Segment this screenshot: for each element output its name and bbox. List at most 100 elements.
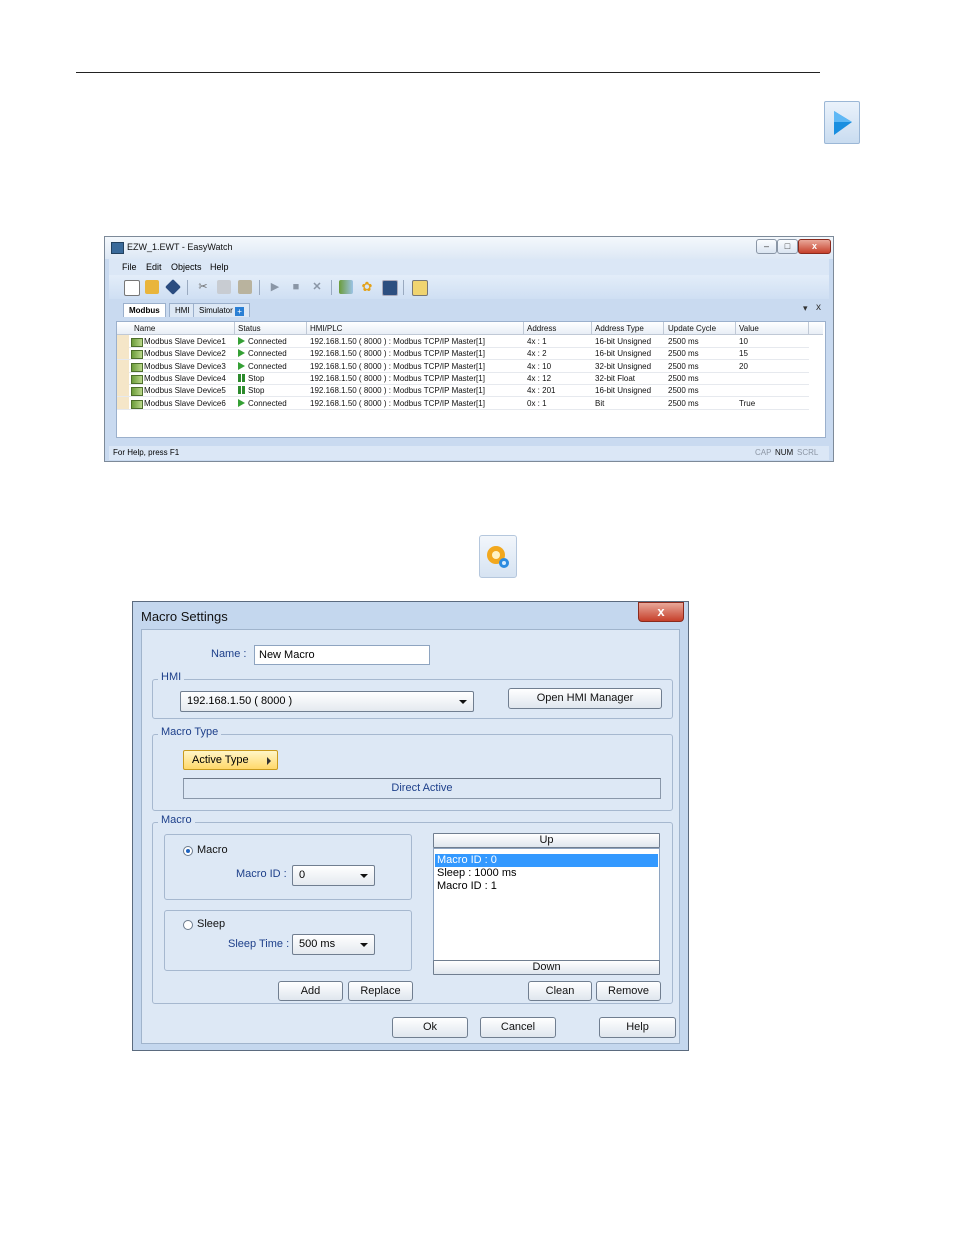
cell-text: 4x : 12 bbox=[527, 373, 552, 383]
dialog-title: Macro Settings bbox=[141, 609, 228, 624]
monitor-icon[interactable] bbox=[382, 280, 398, 296]
cell-type: Bit bbox=[595, 399, 604, 408]
paste-icon[interactable] bbox=[238, 280, 252, 294]
macro-settings-dialog: Macro Settings x Name : New Macro HMI 19… bbox=[132, 601, 689, 1051]
up-button[interactable]: Up bbox=[433, 833, 660, 848]
macro-list[interactable]: Macro ID : 0 Sleep : 1000 ms Macro ID : 1 bbox=[433, 848, 660, 961]
active-type-button[interactable]: Active Type bbox=[183, 750, 278, 770]
table-row[interactable]: Modbus Slave Device1 Connected 192.168.1.5… bbox=[117, 335, 809, 348]
table-row[interactable]: Modbus Slave Device6 Connected 192.168.1.5… bbox=[117, 396, 809, 410]
dialog-close-button[interactable]: x bbox=[638, 602, 684, 622]
sleep-radio[interactable] bbox=[183, 920, 193, 930]
copy-icon[interactable] bbox=[217, 280, 231, 294]
table-row[interactable]: Modbus Slave Device4 Stop 192.168.1.50 ( 8… bbox=[117, 371, 809, 385]
sleep-time-select[interactable]: 500 ms bbox=[292, 934, 375, 955]
delete-icon[interactable]: ✕ bbox=[310, 280, 324, 294]
col-address[interactable]: Address bbox=[527, 324, 556, 333]
dialog-body: Name : New Macro HMI 192.168.1.50 ( 8000… bbox=[141, 629, 680, 1044]
down-button[interactable]: Down bbox=[433, 960, 660, 975]
list-item[interactable]: Macro ID : 0 bbox=[435, 854, 658, 867]
cell-status: Connected bbox=[238, 349, 287, 358]
cell-type: 16-bit Unsigned bbox=[595, 337, 651, 346]
table-row[interactable]: Modbus Slave Device5 Stop 192.168.1.50 ( 8… bbox=[117, 384, 809, 398]
cell-cycle: 2500 ms bbox=[668, 349, 699, 358]
open-hmi-manager-button[interactable]: Open HMI Manager bbox=[508, 688, 662, 709]
cell-hmi: 192.168.1.50 ( 8000 ) : Modbus TCP/IP Ma… bbox=[310, 386, 485, 395]
pause-icon bbox=[238, 386, 241, 395]
num-indicator: NUM bbox=[775, 448, 794, 457]
cell-hmi: 192.168.1.50 ( 8000 ) : Modbus TCP/IP Ma… bbox=[310, 374, 485, 383]
stop-icon[interactable]: ■ bbox=[289, 280, 303, 294]
cell-text: 32-bit Float bbox=[595, 373, 636, 383]
sleep-time-value: 500 ms bbox=[299, 938, 336, 950]
col-name[interactable]: Name bbox=[134, 324, 155, 333]
chevron-down-icon bbox=[360, 874, 368, 878]
row-header bbox=[117, 396, 129, 409]
minimize-button[interactable]: – bbox=[756, 239, 777, 254]
col-hmi-plc[interactable]: HMI/PLC bbox=[310, 324, 342, 333]
cell-text: Modbus Slave Device6 bbox=[144, 398, 226, 408]
cell-text: 20 bbox=[739, 361, 748, 371]
tab-hmi[interactable]: HMI bbox=[169, 303, 196, 317]
table-row[interactable]: Modbus Slave Device3 Connected 192.168.1.5… bbox=[117, 359, 809, 373]
save-icon[interactable] bbox=[165, 279, 181, 295]
macro-gear-icon[interactable]: ✿ bbox=[360, 280, 374, 294]
menu-edit[interactable]: Edit bbox=[146, 262, 162, 272]
list-item[interactable]: Macro ID : 1 bbox=[435, 880, 658, 893]
add-tab-icon[interactable]: + bbox=[235, 307, 245, 316]
device-icon bbox=[131, 362, 143, 372]
row-header bbox=[117, 347, 129, 360]
list-item[interactable]: Sleep : 1000 ms bbox=[435, 867, 658, 880]
col-update-cycle[interactable]: Update Cycle bbox=[668, 324, 716, 333]
menu-objects[interactable]: Objects bbox=[171, 262, 202, 272]
maximize-button[interactable]: □ bbox=[777, 239, 798, 254]
menu-help[interactable]: Help bbox=[210, 262, 229, 272]
table-header: Name Status HMI/PLC Address Address Type… bbox=[117, 322, 823, 335]
tab-modbus[interactable]: Modbus bbox=[123, 303, 166, 317]
cell-text: Connected bbox=[248, 361, 287, 371]
device-icon bbox=[131, 387, 143, 397]
panel-menu-icon[interactable]: ▾ bbox=[803, 303, 808, 314]
help-button[interactable]: Help bbox=[599, 1017, 676, 1038]
menu-file[interactable]: File bbox=[122, 262, 137, 272]
hmi-select[interactable]: 192.168.1.50 ( 8000 ) bbox=[180, 691, 474, 712]
ok-button[interactable]: Ok bbox=[392, 1017, 468, 1038]
open-folder-icon[interactable] bbox=[145, 280, 159, 294]
macro-id-select[interactable]: 0 bbox=[292, 865, 375, 886]
cell-address: 0x : 1 bbox=[527, 399, 547, 408]
cell-type: 32-bit Unsigned bbox=[595, 362, 651, 371]
about-help-icon[interactable] bbox=[412, 280, 428, 296]
cell-hmi: 192.168.1.50 ( 8000 ) : Modbus TCP/IP Ma… bbox=[310, 362, 485, 371]
replace-button[interactable]: Replace bbox=[348, 981, 413, 1001]
cancel-button[interactable]: Cancel bbox=[480, 1017, 556, 1038]
play-icon bbox=[238, 361, 245, 370]
clean-button[interactable]: Clean bbox=[528, 981, 592, 1001]
new-file-icon[interactable] bbox=[124, 280, 140, 296]
chevron-down-icon bbox=[459, 700, 467, 704]
add-button[interactable]: Add bbox=[278, 981, 343, 1001]
cell-address: 4x : 12 bbox=[527, 374, 551, 383]
window-title: EZW_1.EWT - EasyWatch bbox=[127, 242, 233, 252]
col-value[interactable]: Value bbox=[739, 324, 759, 333]
remove-button[interactable]: Remove bbox=[596, 981, 661, 1001]
cell-cycle: 2500 ms bbox=[668, 362, 699, 371]
row-header bbox=[117, 335, 129, 347]
col-address-type[interactable]: Address Type bbox=[595, 324, 644, 333]
close-button[interactable]: x bbox=[798, 239, 831, 254]
table-row[interactable]: Modbus Slave Device2 Connected 192.168.1.5… bbox=[117, 347, 809, 361]
status-text: For Help, press F1 bbox=[113, 448, 180, 457]
cell-text: 2500 ms bbox=[668, 361, 699, 371]
tab-simulator[interactable]: Simulator + bbox=[193, 303, 251, 317]
name-input[interactable]: New Macro bbox=[254, 645, 430, 665]
col-status[interactable]: Status bbox=[238, 324, 261, 333]
run-icon[interactable]: ▶ bbox=[268, 280, 282, 294]
toolbar: ✂ ▶ ■ ✕ ✿ bbox=[109, 275, 829, 299]
cut-icon[interactable]: ✂ bbox=[196, 280, 210, 294]
cell-text: Modbus Slave Device3 bbox=[144, 361, 226, 371]
cell-text: 4x : 2 bbox=[527, 349, 547, 359]
device-icon bbox=[131, 374, 143, 384]
macro-radio[interactable] bbox=[183, 846, 193, 856]
chevron-right-icon bbox=[267, 757, 271, 765]
panel-close-icon[interactable]: x bbox=[816, 302, 821, 313]
add-device-icon[interactable] bbox=[339, 280, 353, 294]
